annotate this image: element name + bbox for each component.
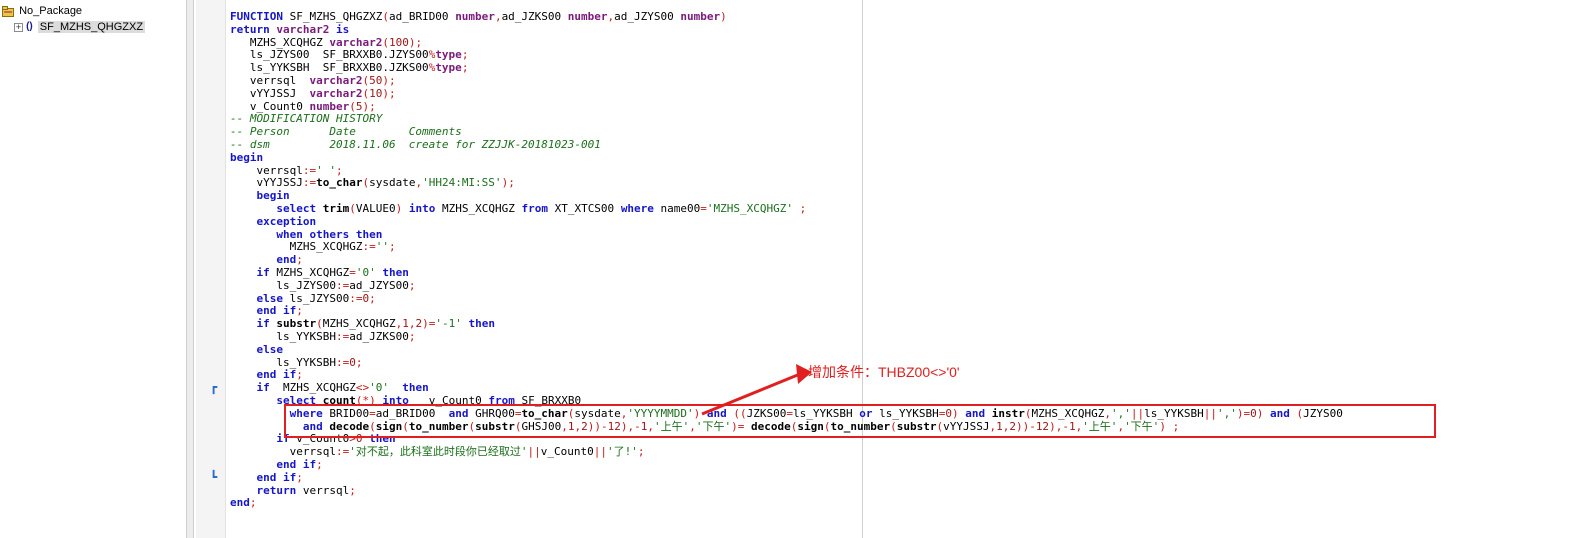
annotation-arrow — [701, 364, 812, 416]
annotation-label: 增加条件：THBZ00<>'0' — [808, 364, 960, 380]
